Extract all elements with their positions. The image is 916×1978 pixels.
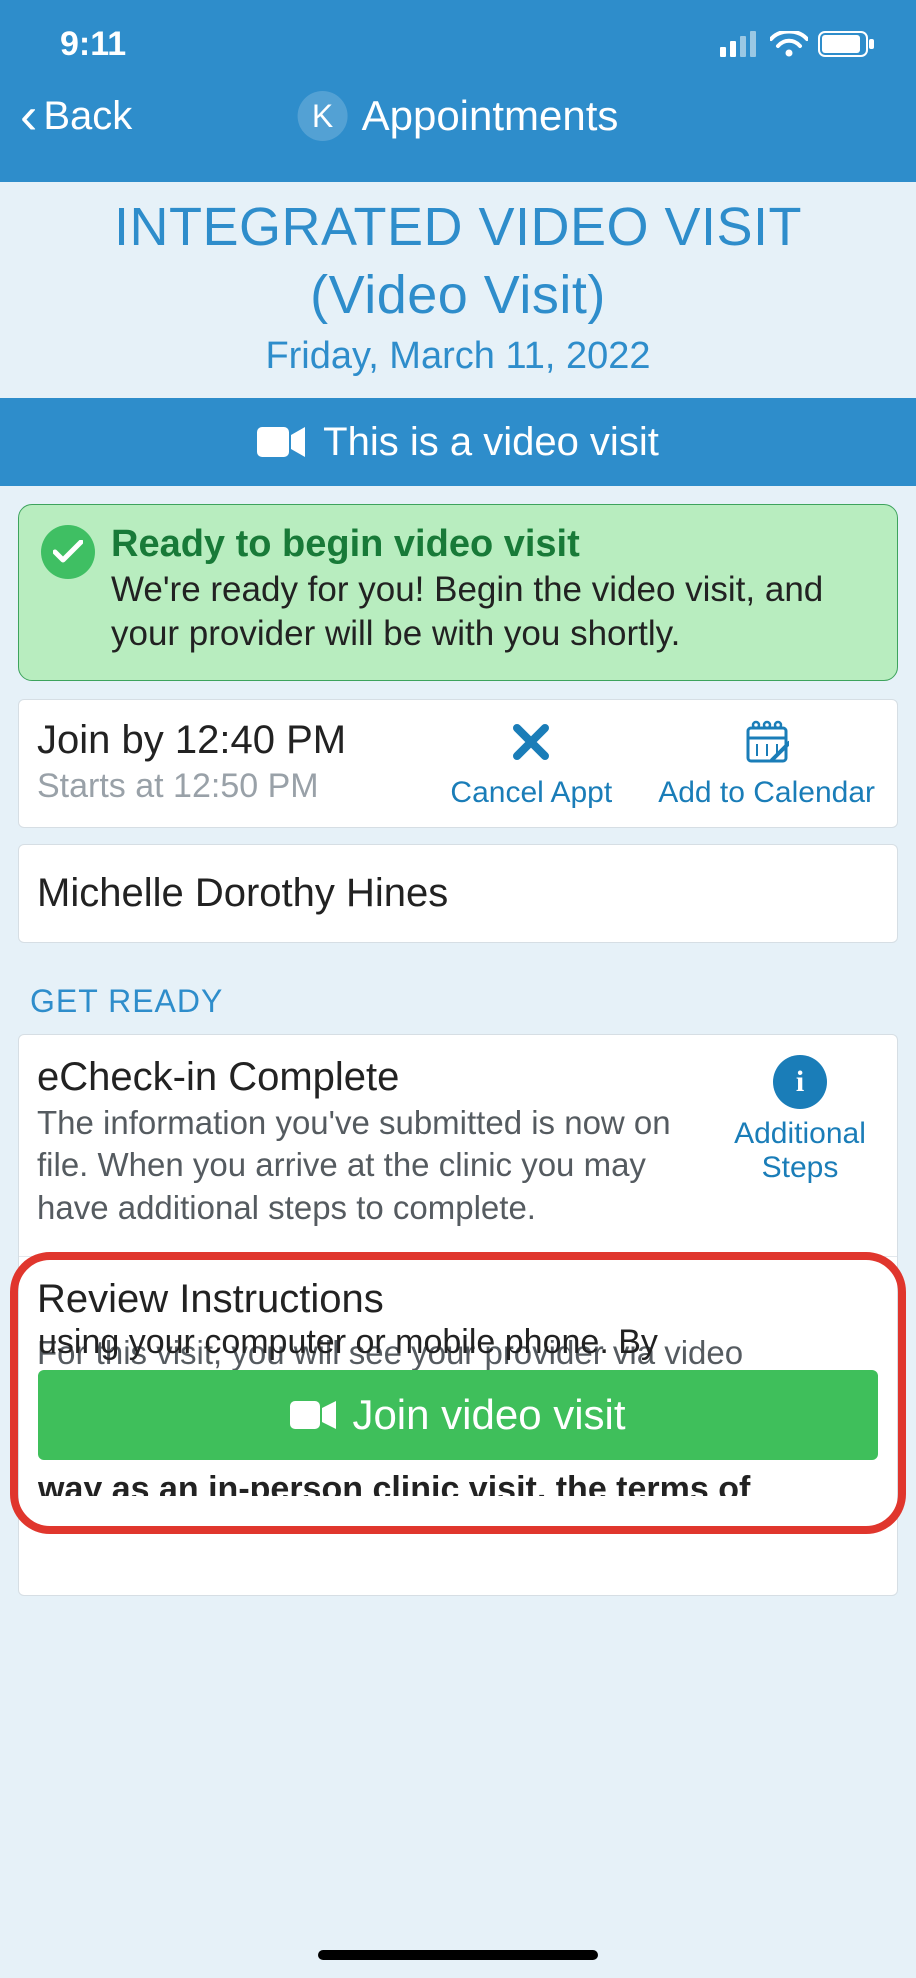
status-indicators	[720, 31, 876, 57]
cancel-label: Cancel Appt	[450, 776, 612, 809]
nav-bar: ‹ Back K Appointments	[0, 70, 916, 182]
ready-body: We're ready for you! Begin the video vis…	[111, 568, 875, 656]
back-label: Back	[43, 94, 132, 139]
join-video-visit-button[interactable]: Join video visit	[38, 1370, 878, 1460]
join-highlight: using your computer or mobile phone. By …	[10, 1252, 906, 1534]
video-visit-banner: This is a video visit	[0, 398, 916, 486]
patient-name: Michelle Dorothy Hines	[37, 871, 879, 916]
cancel-appt-button[interactable]: Cancel Appt	[450, 716, 612, 809]
appointment-header: INTEGRATED VIDEO VISIT (Video Visit) Fri…	[0, 182, 916, 398]
ready-alert: Ready to begin video visit We're ready f…	[18, 504, 898, 681]
check-icon	[41, 525, 95, 579]
patient-card: Michelle Dorothy Hines	[18, 844, 898, 943]
review-line2: using your computer or mobile phone. By	[38, 1320, 878, 1364]
video-icon	[290, 1399, 336, 1431]
echeckin-body: The information you've submitted is now …	[37, 1102, 705, 1231]
info-icon: i	[773, 1055, 827, 1109]
back-button[interactable]: ‹ Back	[20, 90, 132, 142]
calendar-icon	[745, 716, 789, 768]
status-time: 9:11	[60, 25, 126, 64]
wifi-icon	[770, 31, 808, 57]
calendar-label: Add to Calendar	[658, 776, 875, 809]
starts-at-text: Starts at 12:50 PM	[37, 767, 346, 806]
add-to-calendar-button[interactable]: Add to Calendar	[658, 716, 875, 809]
join-by-text: Join by 12:40 PM	[37, 718, 346, 763]
banner-text: This is a video visit	[323, 420, 659, 465]
section-get-ready: GET READY	[30, 983, 886, 1020]
join-time-card: Join by 12:40 PM Starts at 12:50 PM Canc…	[18, 699, 898, 828]
echeckin-title: eCheck-in Complete	[37, 1055, 705, 1100]
echeckin-row: eCheck-in Complete The information you'v…	[19, 1035, 897, 1258]
home-indicator[interactable]	[318, 1950, 598, 1960]
join-button-label: Join video visit	[352, 1391, 625, 1439]
video-icon	[257, 425, 305, 459]
chevron-left-icon: ‹	[20, 90, 37, 142]
additional-steps-button[interactable]: i Additional Steps	[725, 1055, 875, 1231]
app-badge: K	[298, 91, 348, 141]
close-icon	[511, 716, 551, 768]
battery-icon	[818, 31, 876, 57]
status-bar: 9:11	[0, 0, 916, 70]
appt-date: Friday, March 11, 2022	[20, 335, 896, 378]
cellular-icon	[720, 31, 760, 57]
page-title: Appointments	[362, 92, 619, 140]
appt-title-line2: (Video Visit)	[310, 265, 606, 325]
appt-title-line1: INTEGRATED VIDEO VISIT	[114, 197, 802, 257]
review-line3: way as an in-person clinic visit, the te…	[38, 1470, 878, 1496]
additional-steps-label: Additional Steps	[725, 1117, 875, 1185]
ready-title: Ready to begin video visit	[111, 523, 875, 566]
